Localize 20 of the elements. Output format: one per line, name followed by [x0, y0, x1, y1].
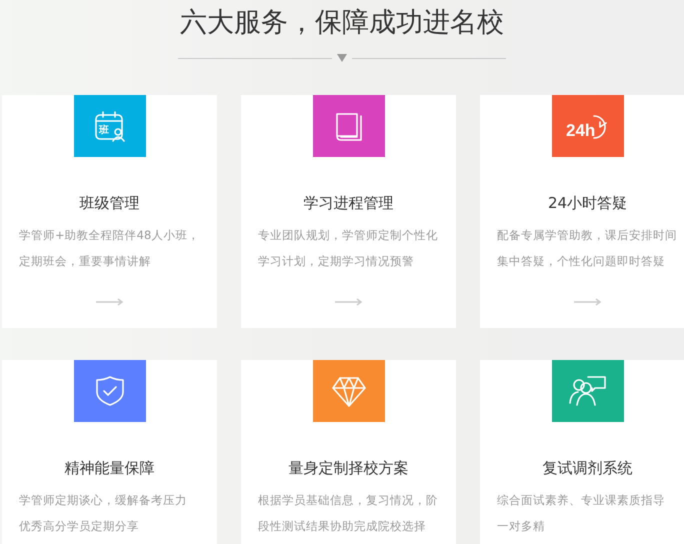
arrow-icon[interactable] — [334, 298, 362, 306]
arrow-icon[interactable] — [96, 298, 124, 306]
service-title: 24小时答疑 — [548, 193, 628, 213]
service-title: 班级管理 — [80, 193, 140, 213]
down-triangle-icon — [336, 54, 348, 62]
service-description: 学管师定期谈心，缓解备考压力 优秀高分学员定期分享 — [19, 492, 188, 535]
service-title: 精神能量保障 — [64, 458, 154, 478]
service-title: 复试调剂系统 — [542, 458, 632, 478]
people-chat-icon — [568, 375, 608, 407]
shield-check-icon — [94, 375, 124, 407]
diamond-icon — [330, 375, 366, 407]
service-title: 量身定制择校方案 — [288, 458, 408, 478]
service-description: 综合面试素养、专业课素质指导 一对多精 — [497, 492, 666, 535]
service-description: 配备专属学管助教，课后安排时间 集中答疑，个性化问题即时答疑 — [497, 227, 678, 270]
arrow-icon[interactable] — [574, 298, 602, 306]
service-description: 专业团队规划，学管师定制个性化 学习计划，定期学习情况预警 — [258, 227, 439, 270]
service-description: 学管师+助教全程陪伴48人小班， 定期班会，重要事情讲解 — [19, 227, 200, 270]
section-title: 六大服务，保障成功进名校 — [180, 6, 504, 40]
service-title: 学习进程管理 — [304, 193, 394, 213]
service-description: 根据学员基础信息，复习情况，阶 段性测试结果协助完成院校选择 — [258, 492, 439, 535]
